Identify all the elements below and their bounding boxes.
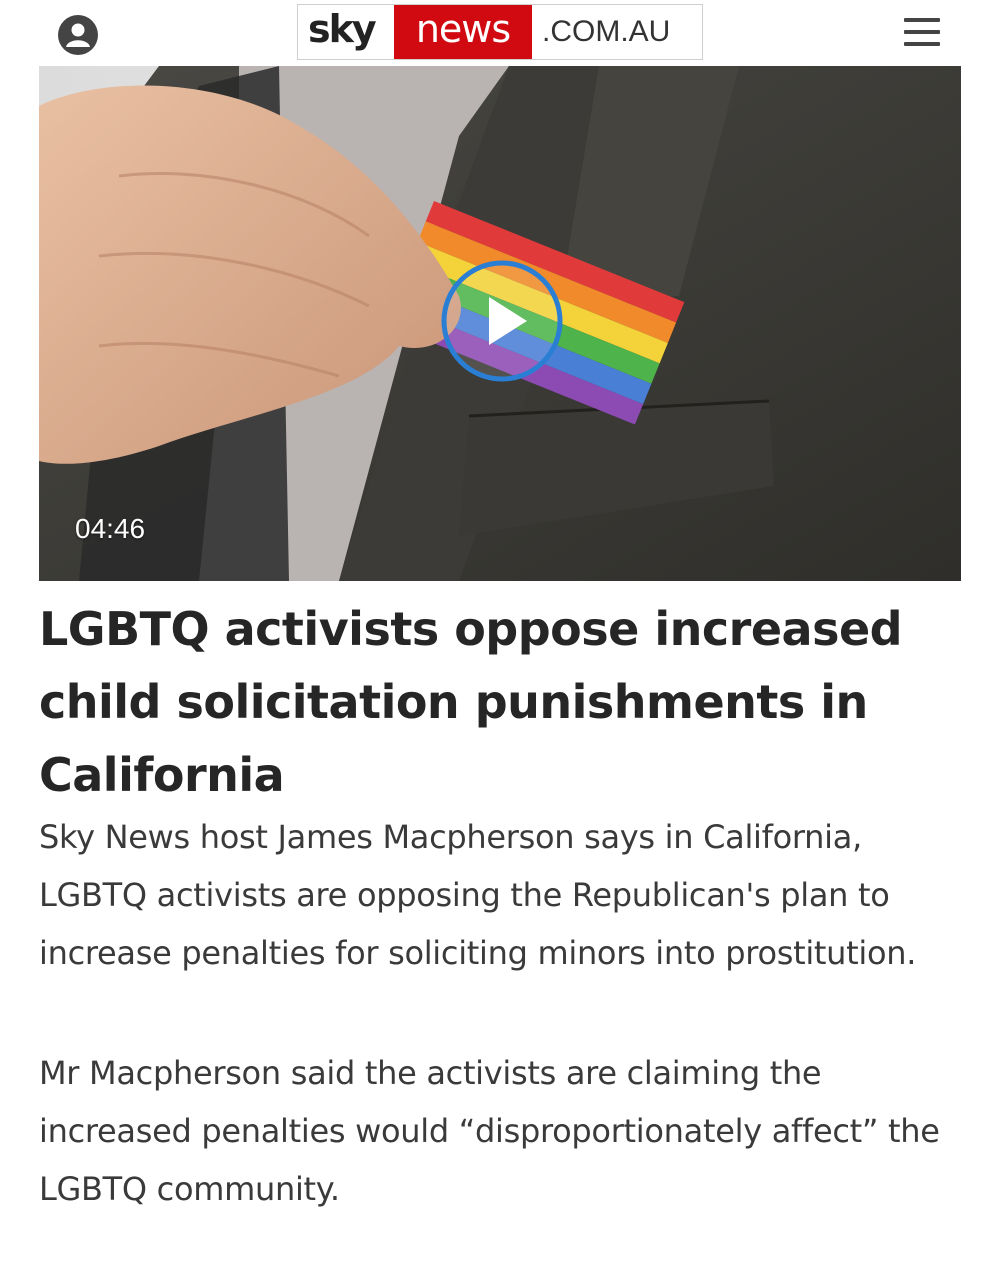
logo-news-box: news <box>394 5 532 59</box>
hamburger-menu-icon[interactable] <box>904 18 940 48</box>
user-profile-icon[interactable] <box>57 14 99 56</box>
article-headline: LGBTQ activists oppose increased child s… <box>39 602 903 802</box>
play-button[interactable] <box>440 259 564 383</box>
article-paragraph-2: Mr Macpherson said the activists are cla… <box>39 1054 940 1208</box>
logo-domain-text: .COM.AU <box>542 15 671 48</box>
sky-news-logo[interactable]: sky news .COM.AU <box>297 4 703 60</box>
video-player[interactable]: 04:46 <box>39 66 961 581</box>
video-duration: 04:46 <box>75 513 146 544</box>
logo-sky-text: sky <box>308 7 377 51</box>
article-paragraph-1: Sky News host James Macpherson says in C… <box>39 818 917 972</box>
logo-news-text: news <box>415 7 511 51</box>
site-header: sky news .COM.AU <box>0 0 1000 66</box>
play-icon <box>441 260 563 382</box>
